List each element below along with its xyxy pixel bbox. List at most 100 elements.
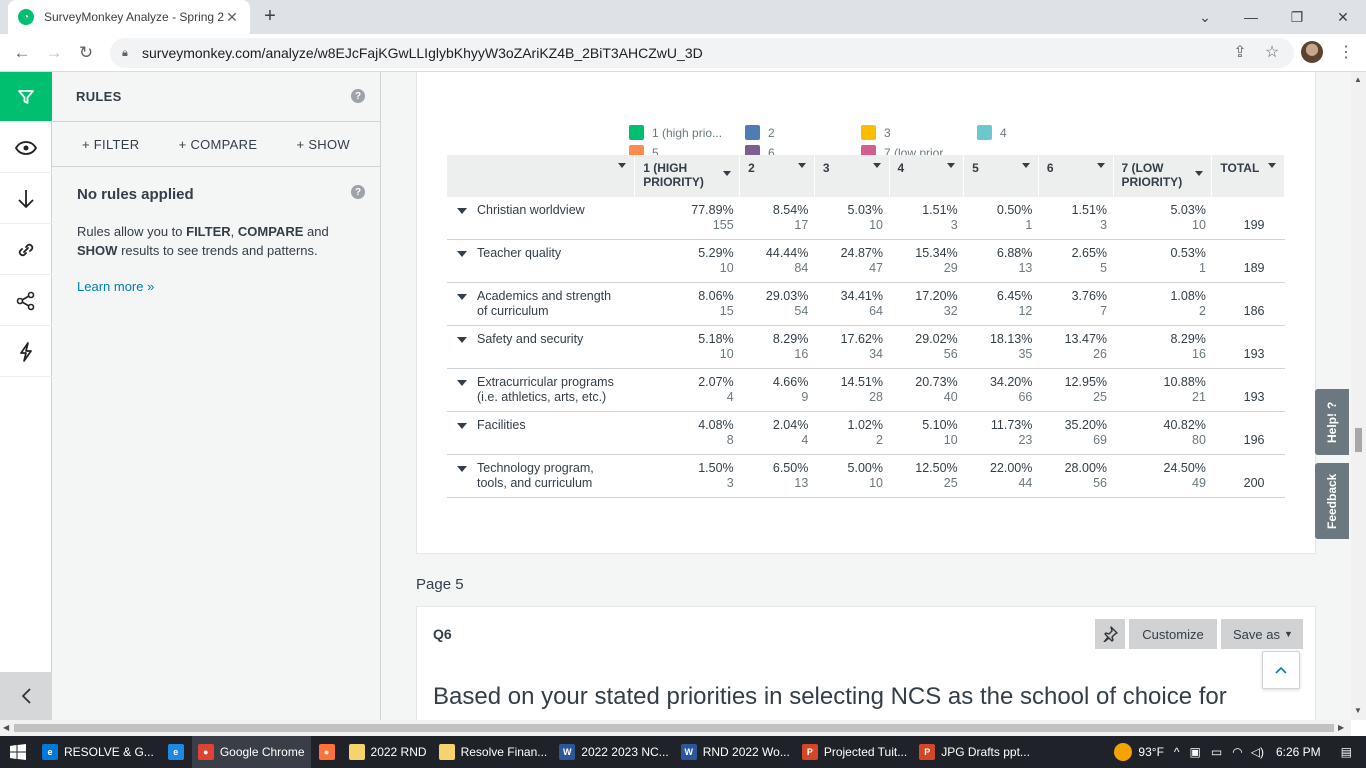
- help-label: Help!: [1325, 412, 1339, 443]
- vertical-scroll-thumb[interactable]: [1355, 428, 1362, 452]
- scroll-left-arrow-icon[interactable]: ◀: [3, 723, 9, 732]
- export-download-icon[interactable]: [0, 174, 52, 224]
- weather-sun-icon[interactable]: [1114, 743, 1133, 761]
- legend-item[interactable]: 3: [861, 125, 891, 140]
- new-tab-icon[interactable]: +: [259, 6, 281, 28]
- data-cell: 18.13% 35: [963, 325, 1039, 369]
- cell-count: 44: [1018, 476, 1033, 490]
- legend-item[interactable]: 1 (high prio...: [629, 125, 722, 140]
- help-side-tab[interactable]: Help!?: [1315, 389, 1349, 455]
- lightning-icon[interactable]: [0, 327, 52, 377]
- column-header[interactable]: 3: [814, 155, 890, 197]
- taskbar-app[interactable]: W RND 2022 Wo...: [675, 736, 796, 768]
- legend-label: 2: [768, 125, 775, 140]
- customize-button[interactable]: Customize: [1129, 619, 1217, 649]
- row-label-header[interactable]: [447, 155, 636, 197]
- column-header[interactable]: 7 (LOW PRIORITY): [1113, 155, 1213, 197]
- window-close-icon[interactable]: ✕: [1320, 0, 1366, 34]
- forward-icon[interactable]: →: [42, 41, 66, 65]
- rules-help-icon[interactable]: ?: [351, 89, 365, 103]
- column-header[interactable]: 2: [739, 155, 815, 197]
- restore-icon[interactable]: ❐: [1274, 0, 1320, 34]
- taskbar-app[interactable]: e: [160, 736, 192, 768]
- data-cell: 2.07% 4: [634, 368, 740, 412]
- bookmark-star-icon[interactable]: ☆: [1261, 41, 1283, 63]
- learn-more-link[interactable]: Learn more »: [77, 279, 154, 294]
- vertical-scrollbar[interactable]: ▲ ▼: [1351, 72, 1366, 720]
- collapse-panel-chevron-icon[interactable]: [0, 672, 52, 720]
- taskbar-app[interactable]: P JPG Drafts ppt...: [913, 736, 1036, 768]
- taskbar-app[interactable]: Resolve Finan...: [433, 736, 554, 768]
- save-as-button[interactable]: Save as ▼: [1221, 619, 1303, 649]
- reload-icon[interactable]: ↻: [74, 41, 98, 65]
- column-header[interactable]: 5: [963, 155, 1039, 197]
- share-nodes-icon[interactable]: [0, 276, 52, 326]
- column-header[interactable]: 4: [889, 155, 965, 197]
- scroll-up-arrow-icon[interactable]: ▲: [1354, 75, 1362, 84]
- taskbar-app[interactable]: ● Google Chrome: [191, 736, 311, 768]
- taskbar-app-icon: W: [680, 744, 697, 760]
- horizontal-scroll-thumb[interactable]: [14, 724, 1334, 732]
- wifi-icon[interactable]: ◠: [1232, 745, 1242, 759]
- row-expand-caret-icon[interactable]: [457, 380, 467, 386]
- tab-close-icon[interactable]: ✕: [224, 9, 240, 26]
- tray-app-icon[interactable]: ▣: [1190, 745, 1201, 759]
- back-icon[interactable]: ←: [10, 41, 34, 65]
- column-header-label: 6: [1046, 161, 1054, 175]
- minimize-icon[interactable]: —: [1228, 0, 1274, 34]
- rules-filter-icon[interactable]: [0, 72, 52, 122]
- data-cell: 34.41% 64: [814, 282, 889, 326]
- notifications-icon[interactable]: ▤: [1341, 745, 1352, 759]
- legend-item[interactable]: 4: [977, 125, 1007, 140]
- row-expand-caret-icon[interactable]: [457, 294, 467, 300]
- row-expand-caret-icon[interactable]: [457, 423, 467, 429]
- cell-percent: 77.89%: [691, 203, 734, 217]
- column-header[interactable]: 1 (HIGH PRIORITY): [634, 155, 741, 197]
- no-rules-help-icon[interactable]: ?: [351, 185, 365, 199]
- cell-count: 40: [943, 390, 958, 404]
- row-expand-caret-icon[interactable]: [457, 208, 467, 214]
- volume-icon[interactable]: ◁): [1251, 745, 1264, 759]
- cell-count: 16: [1192, 347, 1206, 361]
- cell-count: 54: [794, 304, 809, 318]
- battery-icon[interactable]: ▭: [1211, 745, 1222, 759]
- horizontal-scrollbar[interactable]: ◀ ▶: [0, 720, 1351, 736]
- scroll-right-arrow-icon[interactable]: ▶: [1338, 723, 1344, 732]
- row-expand-caret-icon[interactable]: [457, 466, 467, 472]
- row-label-cell: Teacher quality: [447, 239, 635, 283]
- add-filter-button[interactable]: + FILTER: [82, 137, 139, 152]
- taskbar-app-label: Projected Tuit...: [823, 745, 908, 759]
- view-eye-icon[interactable]: [0, 123, 52, 173]
- share-link-icon[interactable]: [0, 225, 52, 275]
- tray-expand-icon[interactable]: ^: [1174, 745, 1180, 759]
- taskbar-app[interactable]: 2022 RND: [343, 736, 433, 768]
- taskbar-app[interactable]: W 2022 2023 NC...: [553, 736, 674, 768]
- taskbar-app[interactable]: e RESOLVE & G...: [36, 736, 160, 768]
- add-show-button[interactable]: + SHOW: [297, 137, 350, 152]
- cell-percent: 8.29%: [772, 332, 809, 346]
- column-header[interactable]: TOTAL: [1211, 155, 1285, 197]
- browser-menu-icon[interactable]: ⋮: [1336, 42, 1356, 64]
- cell-count: 32: [943, 304, 958, 318]
- column-header[interactable]: 6: [1038, 155, 1114, 197]
- taskbar-app[interactable]: P Projected Tuit...: [796, 736, 913, 768]
- feedback-side-tab[interactable]: Feedback: [1315, 463, 1349, 539]
- cell-percent: 8.54%: [772, 203, 809, 217]
- address-bar[interactable]: 🔒︎ surveymonkey.com/analyze/w8EJcFajKGwL…: [110, 38, 1294, 68]
- row-expand-caret-icon[interactable]: [457, 337, 467, 343]
- profile-avatar[interactable]: [1301, 41, 1323, 63]
- sort-caret-icon: [1021, 163, 1030, 168]
- share-icon[interactable]: ⇪: [1229, 41, 1251, 63]
- pin-button[interactable]: [1095, 619, 1125, 649]
- row-expand-caret-icon[interactable]: [457, 251, 467, 257]
- browser-tab[interactable]: ◔ SurveyMonkey Analyze - Spring 2 ✕: [8, 0, 250, 34]
- add-compare-button[interactable]: + COMPARE: [179, 137, 258, 152]
- scroll-to-top-button[interactable]: [1262, 651, 1300, 689]
- tab-search-chevron-icon[interactable]: ⌄: [1182, 0, 1228, 34]
- taskbar-app[interactable]: ●: [311, 736, 343, 768]
- scroll-down-arrow-icon[interactable]: ▼: [1354, 706, 1362, 715]
- legend-item[interactable]: 2: [745, 125, 775, 140]
- weather-temp[interactable]: 93°F: [1138, 745, 1163, 759]
- windows-start-icon[interactable]: [0, 736, 36, 768]
- clock-time[interactable]: 6:26 PM: [1276, 745, 1321, 759]
